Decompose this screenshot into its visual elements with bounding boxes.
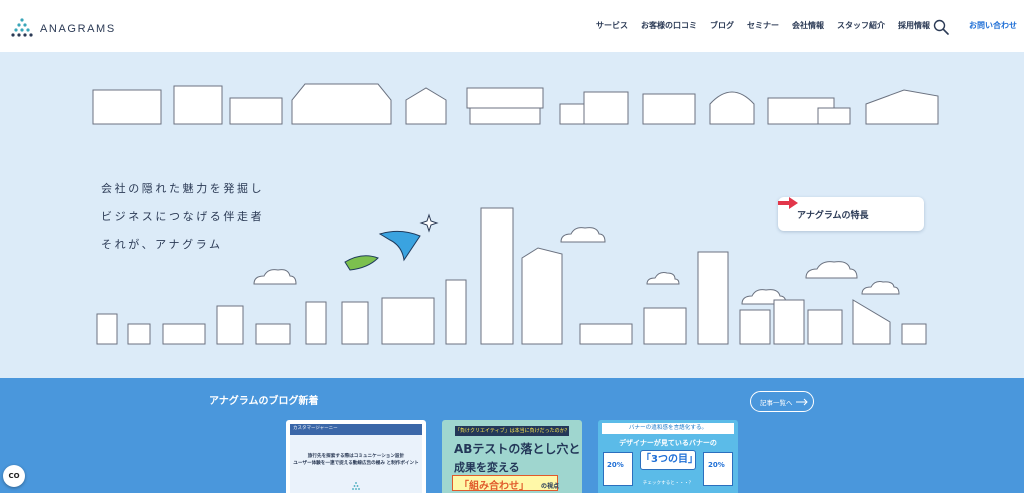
blog-section-title: アナグラムのブログ新着 <box>209 396 319 407</box>
blog-card-2[interactable]: 「負けクリエイティブ」は本当に負けだったのか？ ABテストの落とし穴と 成果を変… <box>442 420 582 493</box>
search-icon[interactable] <box>933 19 949 35</box>
logo-text: ANAGRAMS <box>40 23 116 35</box>
card-tag: カスタマージャーニー <box>293 426 338 431</box>
card-thumbnail: 旅行先を探索する際はコミュニケーション設計 ユーザー体験を一連で捉える動線広告の… <box>290 435 422 493</box>
hero-tagline-line-2: ビジネスにつなげる伴走者 <box>101 210 265 223</box>
logo-mark-icon <box>352 482 360 490</box>
site-header: ANAGRAMS サービス お客様の口コミ ブログ セミナー 会社情報 スタッフ… <box>0 0 1024 52</box>
nav-item-reviews[interactable]: お客様の口コミ <box>641 20 697 31</box>
logo[interactable]: ANAGRAMS <box>10 18 116 40</box>
nav-item-recruit[interactable]: 採用情報 <box>898 20 930 31</box>
blog-card-1[interactable]: カスタマージャーニー 旅行先を探索する際はコミュニケーション設計 ユーザー体験を… <box>286 420 426 493</box>
card-caption: チェックすると・・・？ <box>642 481 694 486</box>
arrow-right-icon <box>796 398 808 406</box>
all-posts-button[interactable]: 記事一覧へ <box>750 391 814 412</box>
features-button-label: アナグラムの特長 <box>797 210 869 221</box>
card-title-line-1: 旅行先を探索する際はコミュニケーション設計 <box>307 454 405 459</box>
arrow-right-icon <box>778 197 798 209</box>
all-posts-label: 記事一覧へ <box>760 398 793 407</box>
discount-label: 20% <box>708 461 725 469</box>
card-title-suffix: の視点 <box>541 483 560 490</box>
card-tag: バナーの違和感を言語化する。 <box>602 423 734 434</box>
nav-item-blog[interactable]: ブログ <box>710 20 734 31</box>
hero-tagline-line-1: 会社の隠れた魅力を発掘し <box>101 182 265 195</box>
nav-item-staff[interactable]: スタッフ紹介 <box>837 20 885 31</box>
consent-button[interactable]: CO <box>3 465 25 487</box>
card-title-line-1: デザイナーが見ているバナーの <box>619 439 717 447</box>
card-title-highlight: 「組み合わせ」 <box>459 481 529 492</box>
main-nav: サービス お客様の口コミ ブログ セミナー 会社情報 スタッフ紹介 採用情報 <box>583 20 930 31</box>
discount-label: 20% <box>607 461 624 469</box>
card-header-bar: カスタマージャーニー <box>290 424 422 435</box>
logo-mark-icon <box>11 18 33 37</box>
card-title-line-1: ABテストの落とし穴と <box>454 442 581 456</box>
hero-section: 会社の隠れた魅力を発掘し ビジネスにつなげる伴走者 それが、アナグラム アナグラ… <box>0 52 1024 378</box>
blog-card-3[interactable]: バナーの違和感を言語化する。 デザイナーが見ているバナーの 20% 「3つの目」… <box>598 420 738 493</box>
card-tag: 「負けクリエイティブ」は本当に負けだったのか？ <box>455 426 570 436</box>
nav-item-service[interactable]: サービス <box>596 20 628 31</box>
contact-link[interactable]: お問い合わせ <box>969 20 1017 31</box>
card-title-line-2: 成果を変える <box>454 461 520 474</box>
nav-item-company[interactable]: 会社情報 <box>792 20 824 31</box>
hero-tagline-line-3: それが、アナグラム <box>101 238 223 251</box>
card-title-highlight: 「3つの目」 <box>640 450 698 470</box>
nav-item-seminar[interactable]: セミナー <box>747 20 779 31</box>
blog-section: アナグラムのブログ新着 記事一覧へ カスタマージャーニー 旅行先を探索する際はコ… <box>0 378 1024 493</box>
consent-button-label: CO <box>8 472 20 480</box>
features-button[interactable]: アナグラムの特長 <box>778 197 924 231</box>
card-title-line-2: ユーザー体験を一連で捉える動線広告の極み と制作ポイント <box>293 461 419 466</box>
